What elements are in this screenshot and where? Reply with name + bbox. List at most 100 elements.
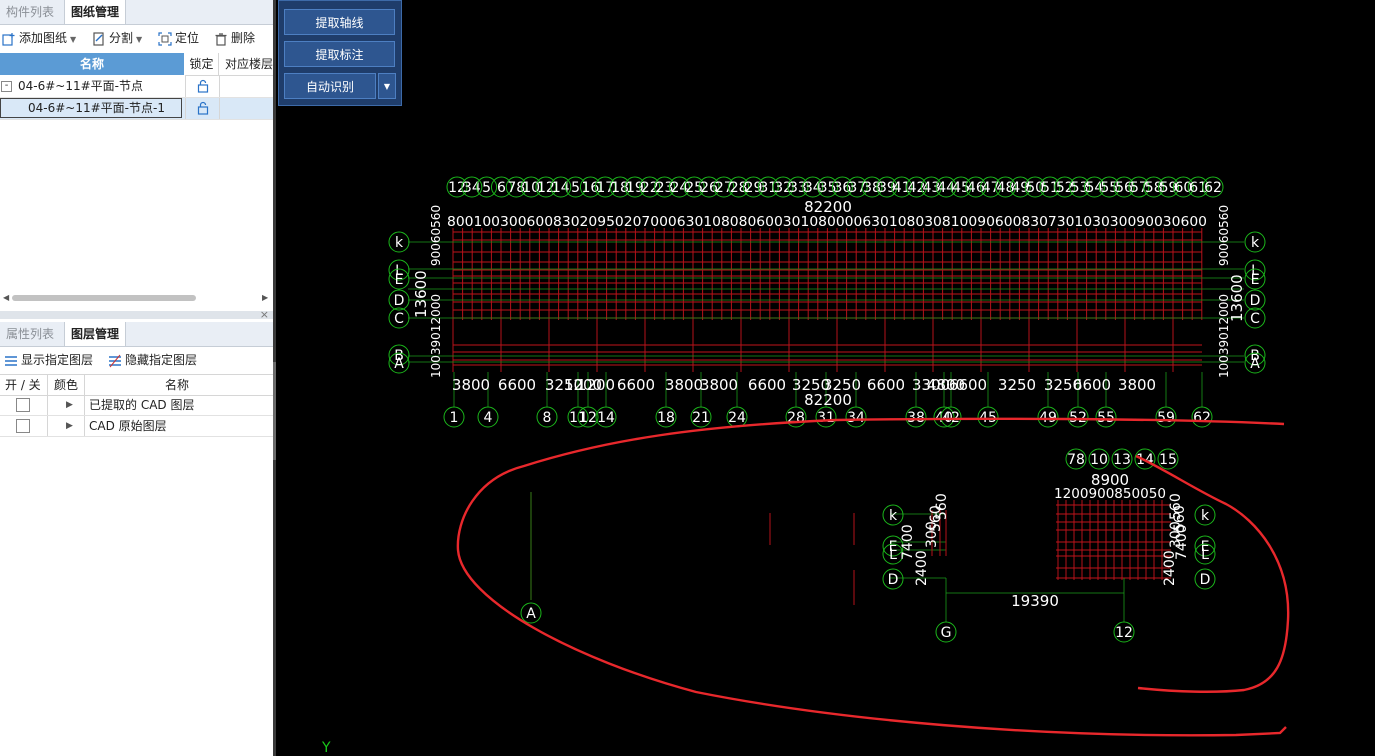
column-header-layer-name[interactable]: 名称 [165, 375, 189, 395]
layers-hide-icon [109, 354, 121, 367]
bottom-dimension-text: 6600 [867, 376, 905, 394]
tab-property-list[interactable]: 属性列表 [0, 322, 60, 346]
horizontal-scrollbar[interactable]: ◀ ▶ [0, 292, 273, 304]
column-separator [84, 375, 85, 395]
column-header-lock[interactable]: 锁定 [185, 53, 219, 76]
detail-span-dim: 19390 [1011, 592, 1059, 610]
left-row-axis-bubble: A [388, 352, 410, 374]
layer-visibility-checkbox[interactable] [16, 419, 30, 433]
axis-bubble-label: k [395, 235, 404, 251]
locate-label: 定位 [175, 31, 200, 45]
bottom-dimension-text: 3250 [998, 376, 1036, 394]
bottom-axis-bubble: 4 [477, 406, 499, 428]
delete-button[interactable]: 删除 [214, 26, 255, 50]
locate-button[interactable]: 定位 [158, 26, 199, 50]
expand-arrow-icon[interactable]: ▶ [66, 395, 73, 415]
expand-arrow-icon[interactable]: ▶ [66, 416, 73, 436]
layer-table-header: 开 / 关 颜色 名称 [0, 374, 273, 396]
chevron-down-icon[interactable]: ▼ [378, 73, 396, 99]
split-icon [93, 31, 104, 46]
left-row-axis-bubble: E [388, 268, 410, 290]
close-icon[interactable]: × [260, 308, 269, 321]
bottom-axis-bubble: 34 [845, 406, 867, 428]
hide-layer-button[interactable]: 隐藏指定图层 [108, 348, 197, 372]
trash-icon [215, 32, 227, 46]
top-plan-grid [408, 228, 1244, 372]
lock-cell[interactable] [185, 76, 220, 97]
axis-bubble-label: L [889, 547, 897, 563]
axis-bubble-label: A [394, 356, 404, 372]
tab-component-list[interactable]: 构件列表 [0, 0, 60, 24]
column-header-floor[interactable]: 对应楼层 [219, 53, 279, 76]
column-header-color[interactable]: 颜色 [54, 375, 78, 395]
bottom-dimension-text: 3800 [700, 376, 738, 394]
axis-bubble-label: 78 [1067, 452, 1085, 468]
axis-bubble-label: 6 [497, 180, 506, 196]
panel-divider[interactable] [0, 311, 273, 319]
drawing-toolbar: 添加图纸 ▼ 分割 ▼ 定位 删除 [0, 26, 273, 50]
left-row-axis-bubble: C [388, 307, 410, 329]
drawing-name[interactable]: 04-6#~11#平面-节点-1 [0, 98, 182, 118]
command-panel: 提取轴线 提取标注 自动识别 ▼ [278, 0, 402, 106]
tab-layer-management[interactable]: 图层管理 [64, 322, 127, 346]
layer-toolbar: 显示指定图层 隐藏指定图层 [0, 348, 273, 372]
left-dim-stack: 90060560 [429, 205, 443, 266]
add-drawing-button[interactable]: 添加图纸 ▼ [2, 26, 76, 50]
show-layer-button[interactable]: 显示指定图层 [4, 348, 93, 372]
bottom-axis-bubble: 21 [690, 406, 712, 428]
scroll-left-icon[interactable]: ◀ [3, 292, 9, 304]
column-header-name[interactable]: 名称 [0, 53, 185, 75]
top-axis-bubble: 62 [1202, 176, 1224, 198]
bottom-axis-bubble: 38 [905, 406, 927, 428]
axis-bubble-label: 13 [1113, 452, 1131, 468]
detail-top-axis-bubble: 13 [1111, 448, 1133, 470]
axis-bubble-label: 31 [817, 410, 835, 426]
axis-bubble-label: D [394, 293, 405, 309]
axis-bubble-label: 1 [450, 410, 459, 426]
axis-bubble-label: k [889, 508, 898, 524]
axis-bubble-label: D [1250, 293, 1261, 309]
bottom-axis-bubble: 62 [1191, 406, 1213, 428]
extract-axis-button[interactable]: 提取轴线 [284, 9, 395, 35]
axis-bubble-label: 12 [579, 410, 597, 426]
show-layer-label: 显示指定图层 [21, 353, 94, 367]
bottom-axis-bubble: 55 [1095, 406, 1117, 428]
bottom-dimension-text: 6600 [949, 376, 987, 394]
lock-cell[interactable] [185, 98, 220, 119]
extract-dimension-button[interactable]: 提取标注 [284, 41, 395, 67]
axis-bubble-label: k [1251, 235, 1260, 251]
split-button[interactable]: 分割 ▼ [92, 26, 142, 50]
detail-right-axis-bubble: k [1194, 504, 1216, 526]
layer-visibility-checkbox[interactable] [16, 398, 30, 412]
column-header-onoff[interactable]: 开 / 关 [5, 375, 41, 395]
column-separator [84, 395, 85, 415]
ucs-y-label: Y [321, 740, 331, 756]
bottom-axis-bubble: 12 [577, 406, 599, 428]
detail-right-dim-text: 2400 [1162, 550, 1178, 586]
axis-bubble-label: 5 [482, 180, 491, 196]
locate-icon [158, 31, 172, 46]
axis-bubble-label: E [1251, 272, 1260, 288]
layer-row[interactable]: ▶ 已提取的 CAD 图层 [0, 395, 273, 416]
axis-bubble-label: 12 [1115, 625, 1133, 641]
layer-row[interactable]: ▶ CAD 原始图层 [0, 416, 273, 437]
table-row[interactable]: 04-6#~11#平面-节点-1 [0, 98, 273, 120]
left-dim-stack-lower: 10039012000 [429, 294, 443, 378]
scroll-right-icon[interactable]: ▶ [262, 292, 268, 304]
axis-bubble-label: 5 [571, 180, 580, 196]
cad-drawing[interactable]: 1234 5 6 78101214 5 1617181922232425262728293… [276, 0, 1375, 756]
detail-top-chain: 1200900850050 [1054, 487, 1166, 502]
table-row[interactable]: - 04-6#~11#平面-节点 [0, 76, 273, 98]
right-row-axis-bubble: E [1244, 268, 1266, 290]
axis-bubble-label: G [941, 625, 952, 641]
right-row-axis-bubble: k [1244, 231, 1266, 253]
auto-recognize-button[interactable]: 自动识别 [284, 73, 376, 99]
right-row-axis-bubble: C [1244, 307, 1266, 329]
layer-name: CAD 原始图层 [89, 419, 167, 433]
layer-name: 已提取的 CAD 图层 [89, 398, 195, 412]
cad-canvas[interactable]: 12 34 5 6 78 10 12 14 5 16 17 18 19 22 23 24 25 26 27 28 29 3… [276, 0, 1375, 756]
scrollbar-thumb[interactable] [12, 295, 196, 301]
collapse-toggle[interactable]: - [1, 81, 12, 92]
detail-left-axis-bubble: k [882, 504, 904, 526]
tab-drawing-management[interactable]: 图纸管理 [64, 0, 127, 24]
